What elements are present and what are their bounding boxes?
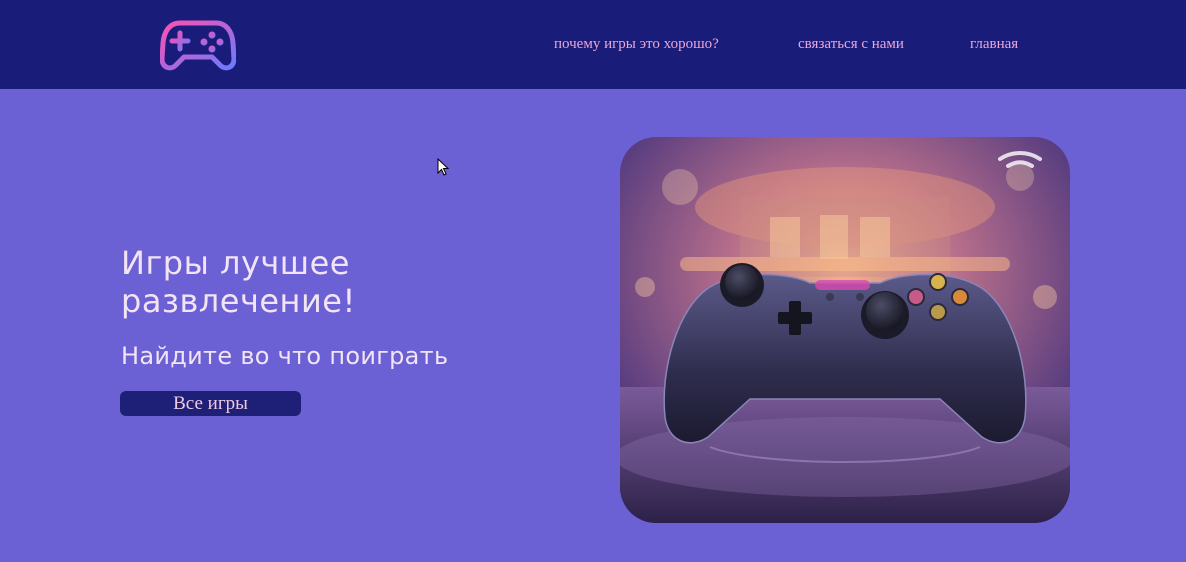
nav-link-home[interactable]: главная [970, 36, 1018, 53]
site-header: почему игры это хорошо? связаться с нами… [0, 0, 1186, 89]
nav-link-why-games[interactable]: почему игры это хорошо? [554, 36, 719, 53]
mouse-cursor-icon [437, 158, 449, 176]
all-games-button[interactable]: Все игры [120, 391, 301, 416]
nav-link-contact[interactable]: связаться с нами [798, 36, 904, 53]
main-nav: почему игры это хорошо? связаться с нами… [0, 36, 1186, 56]
hero-title: Игры лучшее развлечение! [121, 244, 356, 320]
hero-subtitle: Найдите во что поиграть [121, 342, 449, 370]
game-controller-image [620, 137, 1070, 523]
